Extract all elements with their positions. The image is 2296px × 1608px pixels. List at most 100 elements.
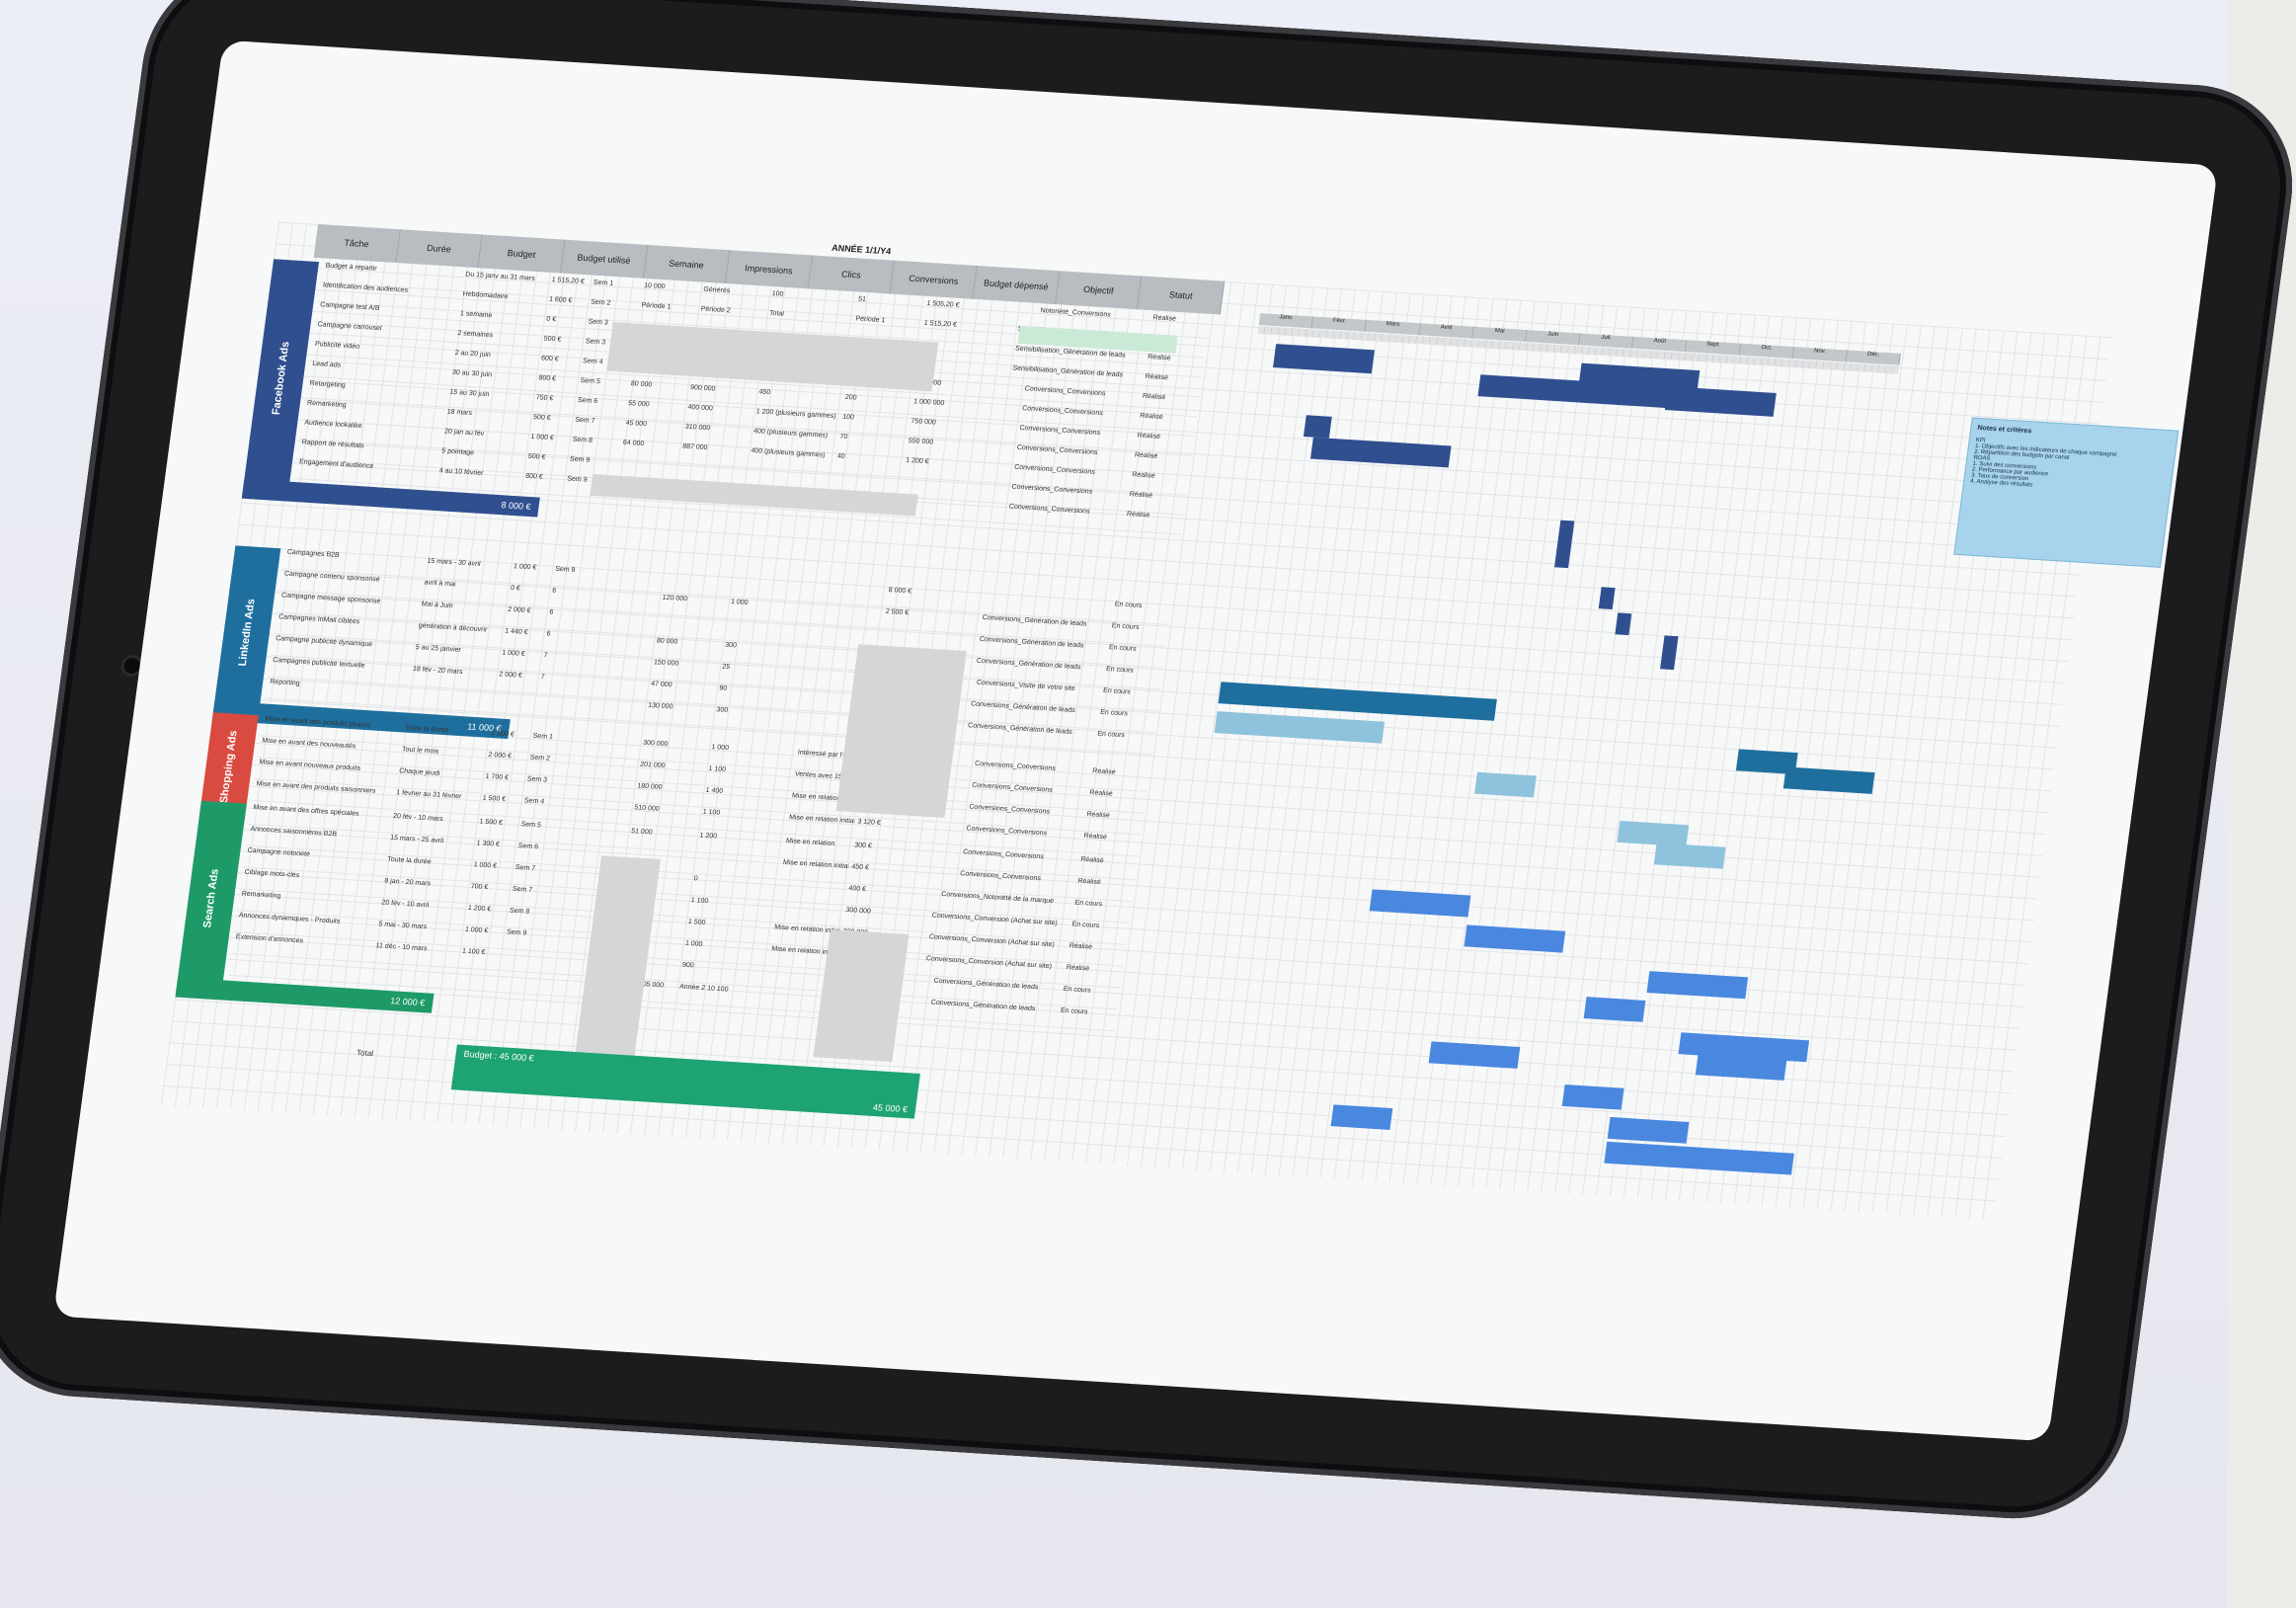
table-cell[interactable]: 900 [677, 961, 766, 986]
table-cell[interactable] [729, 577, 818, 602]
table-cell[interactable]: 800 € [520, 473, 565, 496]
table-cell[interactable]: En cours [1092, 730, 1154, 754]
table-cell[interactable] [815, 582, 886, 605]
table-cell[interactable]: 1 000 € [509, 563, 553, 586]
table-cell[interactable]: Réalisé [1084, 789, 1147, 813]
table-cell[interactable]: En cours [1095, 709, 1157, 733]
table-cell[interactable]: 47 000 [646, 681, 717, 704]
table-cell[interactable] [772, 902, 843, 925]
column-header[interactable]: Semaine [643, 244, 731, 284]
table-cell[interactable]: 6 [547, 587, 600, 609]
table-cell[interactable]: Réalisé [1122, 511, 1184, 534]
gantt-bar[interactable] [1303, 415, 1332, 439]
table-cell[interactable]: En cours [1067, 921, 1129, 944]
table-cell[interactable]: Année 2 10 100 [674, 983, 763, 1007]
table-cell[interactable]: Mise en relation [781, 838, 852, 861]
table-cell[interactable]: En cours [1056, 1007, 1118, 1031]
gantt-bar[interactable] [1646, 971, 1749, 1000]
table-cell[interactable]: 2 000 € [503, 606, 547, 629]
table-cell[interactable]: Sem 7 [508, 886, 561, 909]
table-cell[interactable]: 1 500 [683, 919, 772, 943]
table-cell[interactable] [532, 695, 586, 718]
table-cell[interactable]: 15 mars - 25 avril [385, 835, 474, 859]
gantt-bar[interactable] [1604, 1141, 1794, 1175]
table-cell[interactable]: Chaque jeudi [394, 767, 483, 792]
table-cell[interactable]: 300 000 [840, 907, 920, 931]
gantt-bar[interactable] [1369, 889, 1471, 918]
table-cell[interactable]: 201 000 [635, 761, 706, 784]
table-cell[interactable]: En cours [1059, 986, 1121, 1009]
table-cell[interactable]: 800 € [533, 374, 578, 397]
table-cell[interactable]: 2 500 € [881, 608, 961, 633]
table-cell[interactable] [496, 972, 549, 995]
table-cell[interactable]: 510 000 [629, 804, 700, 828]
table-cell[interactable] [590, 655, 652, 679]
table-cell[interactable]: 1 100 € [457, 947, 502, 970]
table-cell[interactable]: 8 jan - 20 mars [379, 877, 468, 902]
table-cell[interactable]: 180 000 [632, 782, 703, 806]
table-cell[interactable]: génération à découvrir [414, 622, 503, 647]
gantt-bar[interactable] [1428, 1041, 1521, 1069]
table-cell[interactable]: Mai à Juin [417, 601, 506, 625]
table-cell[interactable]: 500 € [528, 414, 573, 437]
gantt-bar[interactable] [1561, 1084, 1624, 1110]
column-header[interactable]: Budget utilisé [560, 239, 648, 279]
table-cell[interactable]: 0 € [506, 585, 550, 607]
table-cell[interactable]: 11 déc - 10 mars [370, 942, 459, 967]
gantt-bar[interactable] [1583, 997, 1646, 1022]
table-cell[interactable]: 5 mai - 30 mars [373, 921, 462, 945]
table-cell[interactable] [499, 950, 552, 973]
table-cell[interactable]: 20 fév - 10 mars [388, 813, 477, 838]
column-header[interactable]: Objectif [1055, 271, 1143, 310]
table-cell[interactable]: Tout le mois [397, 746, 486, 770]
table-cell[interactable]: 1 400 [700, 787, 789, 812]
column-header[interactable]: Durée [396, 229, 484, 269]
table-cell[interactable]: Réalisé [1075, 856, 1138, 880]
table-cell[interactable]: Réalisé [1087, 767, 1149, 791]
table-cell[interactable]: 7 [535, 674, 589, 696]
table-cell[interactable]: En cours [1107, 622, 1169, 646]
table-cell[interactable]: 1 000 € [525, 434, 570, 456]
table-cell[interactable] [405, 687, 494, 712]
table-cell[interactable] [775, 881, 846, 905]
table-cell[interactable]: Mise en relation initiale [778, 859, 849, 883]
table-cell[interactable]: En cours [1104, 644, 1166, 668]
table-cell[interactable]: Sem 4 [519, 797, 573, 820]
table-cell[interactable]: Sem 3 [522, 775, 576, 798]
table-cell[interactable]: 1 000 [706, 744, 795, 768]
table-cell[interactable]: 1 300 € [471, 840, 515, 862]
table-cell[interactable] [491, 692, 535, 715]
table-cell[interactable]: 1 100 [686, 897, 775, 922]
table-cell[interactable] [576, 758, 638, 781]
table-cell[interactable]: Réalisé [1062, 964, 1124, 988]
table-cell[interactable]: Sem 8 [505, 907, 558, 929]
table-cell[interactable]: 1 200 [694, 832, 783, 856]
table-cell[interactable]: Réalisé [1064, 942, 1126, 966]
column-header[interactable]: Clics [808, 255, 896, 294]
column-header[interactable]: Conversions [890, 260, 978, 299]
table-cell[interactable]: avril à mai [419, 579, 508, 603]
table-cell[interactable]: Sem 1 [527, 732, 581, 755]
table-cell[interactable]: 20 fév - 10 avril [376, 899, 465, 924]
table-cell[interactable] [597, 591, 660, 614]
table-cell[interactable]: En cours [1110, 601, 1172, 624]
table-cell[interactable] [573, 778, 635, 802]
table-cell[interactable]: 15 mars - 30 avril [422, 557, 511, 582]
table-cell[interactable] [660, 573, 731, 597]
table-cell[interactable] [454, 969, 499, 992]
table-cell[interactable]: 120 000 [658, 594, 729, 617]
gantt-bar[interactable] [1464, 925, 1566, 953]
table-cell[interactable]: 1 200 € [463, 905, 508, 927]
gantt-bar[interactable] [1309, 437, 1452, 468]
table-cell[interactable]: 500 € [523, 453, 568, 476]
table-cell[interactable]: 130 000 [643, 702, 714, 726]
table-cell[interactable]: Sem 9 [502, 928, 555, 951]
table-cell[interactable]: 150 000 [649, 659, 720, 683]
table-cell[interactable]: Sem 9 [550, 566, 603, 589]
table-cell[interactable]: Mise en relation initiale [784, 814, 855, 838]
table-cell[interactable]: En cours [1101, 666, 1163, 689]
table-cell[interactable]: 18 fév - 20 mars [408, 666, 497, 690]
gantt-bar[interactable] [1660, 635, 1679, 671]
gantt-bar[interactable] [1615, 612, 1632, 636]
table-cell[interactable]: Toute la durée [382, 855, 471, 880]
